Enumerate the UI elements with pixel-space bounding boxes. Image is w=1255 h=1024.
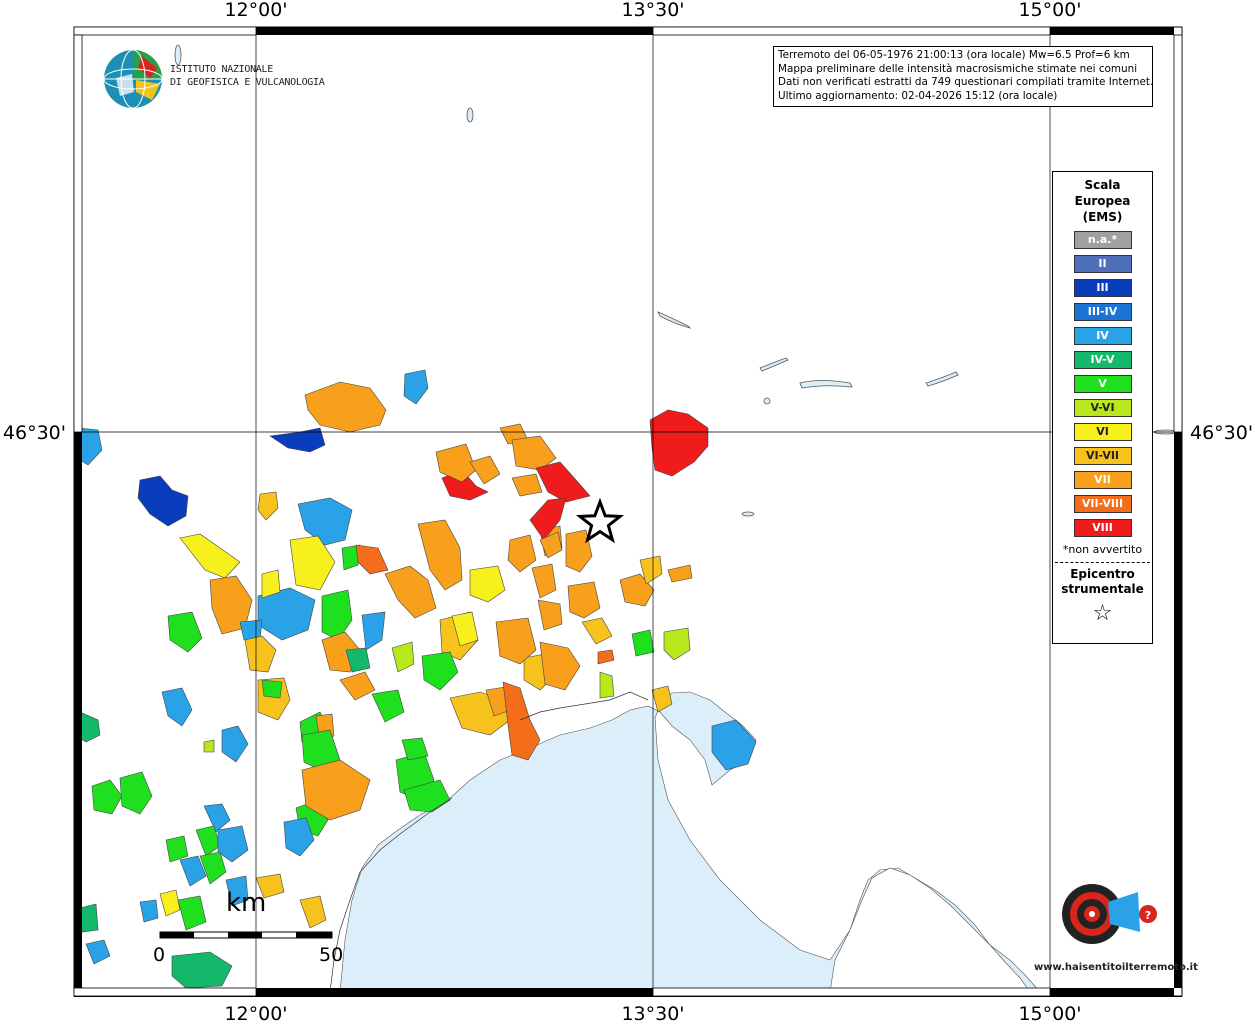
tick-top-1: 12°00': [224, 0, 287, 21]
tick-top-2: 13°30': [621, 0, 684, 21]
haisentito-text: www.haisentitoilterremoto.it: [1034, 962, 1198, 973]
ingv-name-line1: ISTITUTO NAZIONALE: [170, 64, 273, 75]
event-info-line1: Terremoto del 06-05-1976 21:00:13 (ora l…: [778, 49, 1130, 61]
tick-bottom-1: 12°00': [224, 1003, 287, 1024]
legend-title: Scala Europea (EMS): [1053, 177, 1152, 225]
legend-swatch-12: VIII: [1073, 519, 1132, 537]
legend-swatch-8: VI: [1073, 423, 1132, 441]
scale-min: 0: [153, 944, 166, 966]
legend-title-line1: Scala: [1084, 178, 1121, 192]
legend-swatch-7: V-VI: [1073, 399, 1132, 417]
legend-note: *non avvertito: [1062, 543, 1143, 556]
tick-top-3: 15°00': [1018, 0, 1081, 21]
tick-bottom-2: 13°30': [621, 1003, 684, 1024]
legend-swatch-4: IV: [1073, 327, 1132, 345]
ingv-name: ISTITUTO NAZIONALE DI GEOFISICA E VULCAN…: [170, 63, 325, 89]
question-mark-icon: ?: [1145, 909, 1151, 922]
legend-swatch-3: III-IV: [1073, 303, 1132, 321]
event-info-line4: Ultimo aggiornamento: 02-04-2026 15:12 (…: [778, 89, 1058, 102]
legend-swatch-0: n.a.*: [1073, 231, 1132, 249]
legend-epicenter-line2: strumentale: [1061, 582, 1144, 596]
scale-max: 50: [319, 944, 344, 966]
globe-icon: [103, 49, 163, 109]
scale-bar: [159, 931, 333, 939]
legend-swatch-1: II: [1073, 255, 1132, 273]
legend-epicenter-label: Epicentro strumentale: [1053, 567, 1152, 597]
legend-items: n.a.* II III III-IV IV IV-V V V-VI VI VI-VII VII VI…: [1053, 231, 1152, 537]
legend-title-line3: (EMS): [1082, 210, 1123, 224]
legend-swatch-9: VI-VII: [1073, 447, 1132, 465]
scale-unit: km: [226, 888, 267, 918]
event-info-box: Terremoto del 06-05-1976 21:00:13 (ora l…: [773, 46, 1153, 107]
tick-bottom-3: 15°00': [1018, 1003, 1081, 1024]
legend-swatch-6: V: [1073, 375, 1132, 393]
legend-star-icon: ☆: [1092, 601, 1113, 626]
legend-swatch-11: VII-VIII: [1073, 495, 1132, 513]
ems-legend: Scala Europea (EMS) n.a.* II III III-IV IV IV…: [1052, 171, 1153, 644]
tick-left-1: 46°30': [3, 422, 66, 444]
event-info-line2: Mappa preliminare delle intensità macros…: [778, 62, 1138, 75]
ingv-name-line2: DI GEOFISICA E VULCANOLOGIA: [170, 77, 325, 88]
legend-swatch-5: IV-V: [1073, 351, 1132, 369]
haisentito-logo: ? www.haisentitoilterremoto.it: [1030, 862, 1198, 982]
legend-swatch-2: III: [1073, 279, 1132, 297]
event-info-line3: Dati non verificati estratti da 749 ques…: [778, 76, 1153, 89]
tick-right-1: 46°30': [1190, 422, 1253, 444]
legend-epicenter-line1: Epicentro: [1070, 567, 1135, 581]
legend-swatch-10: VII: [1073, 471, 1132, 489]
legend-separator: [1055, 562, 1150, 563]
legend-title-line2: Europea: [1074, 194, 1131, 208]
